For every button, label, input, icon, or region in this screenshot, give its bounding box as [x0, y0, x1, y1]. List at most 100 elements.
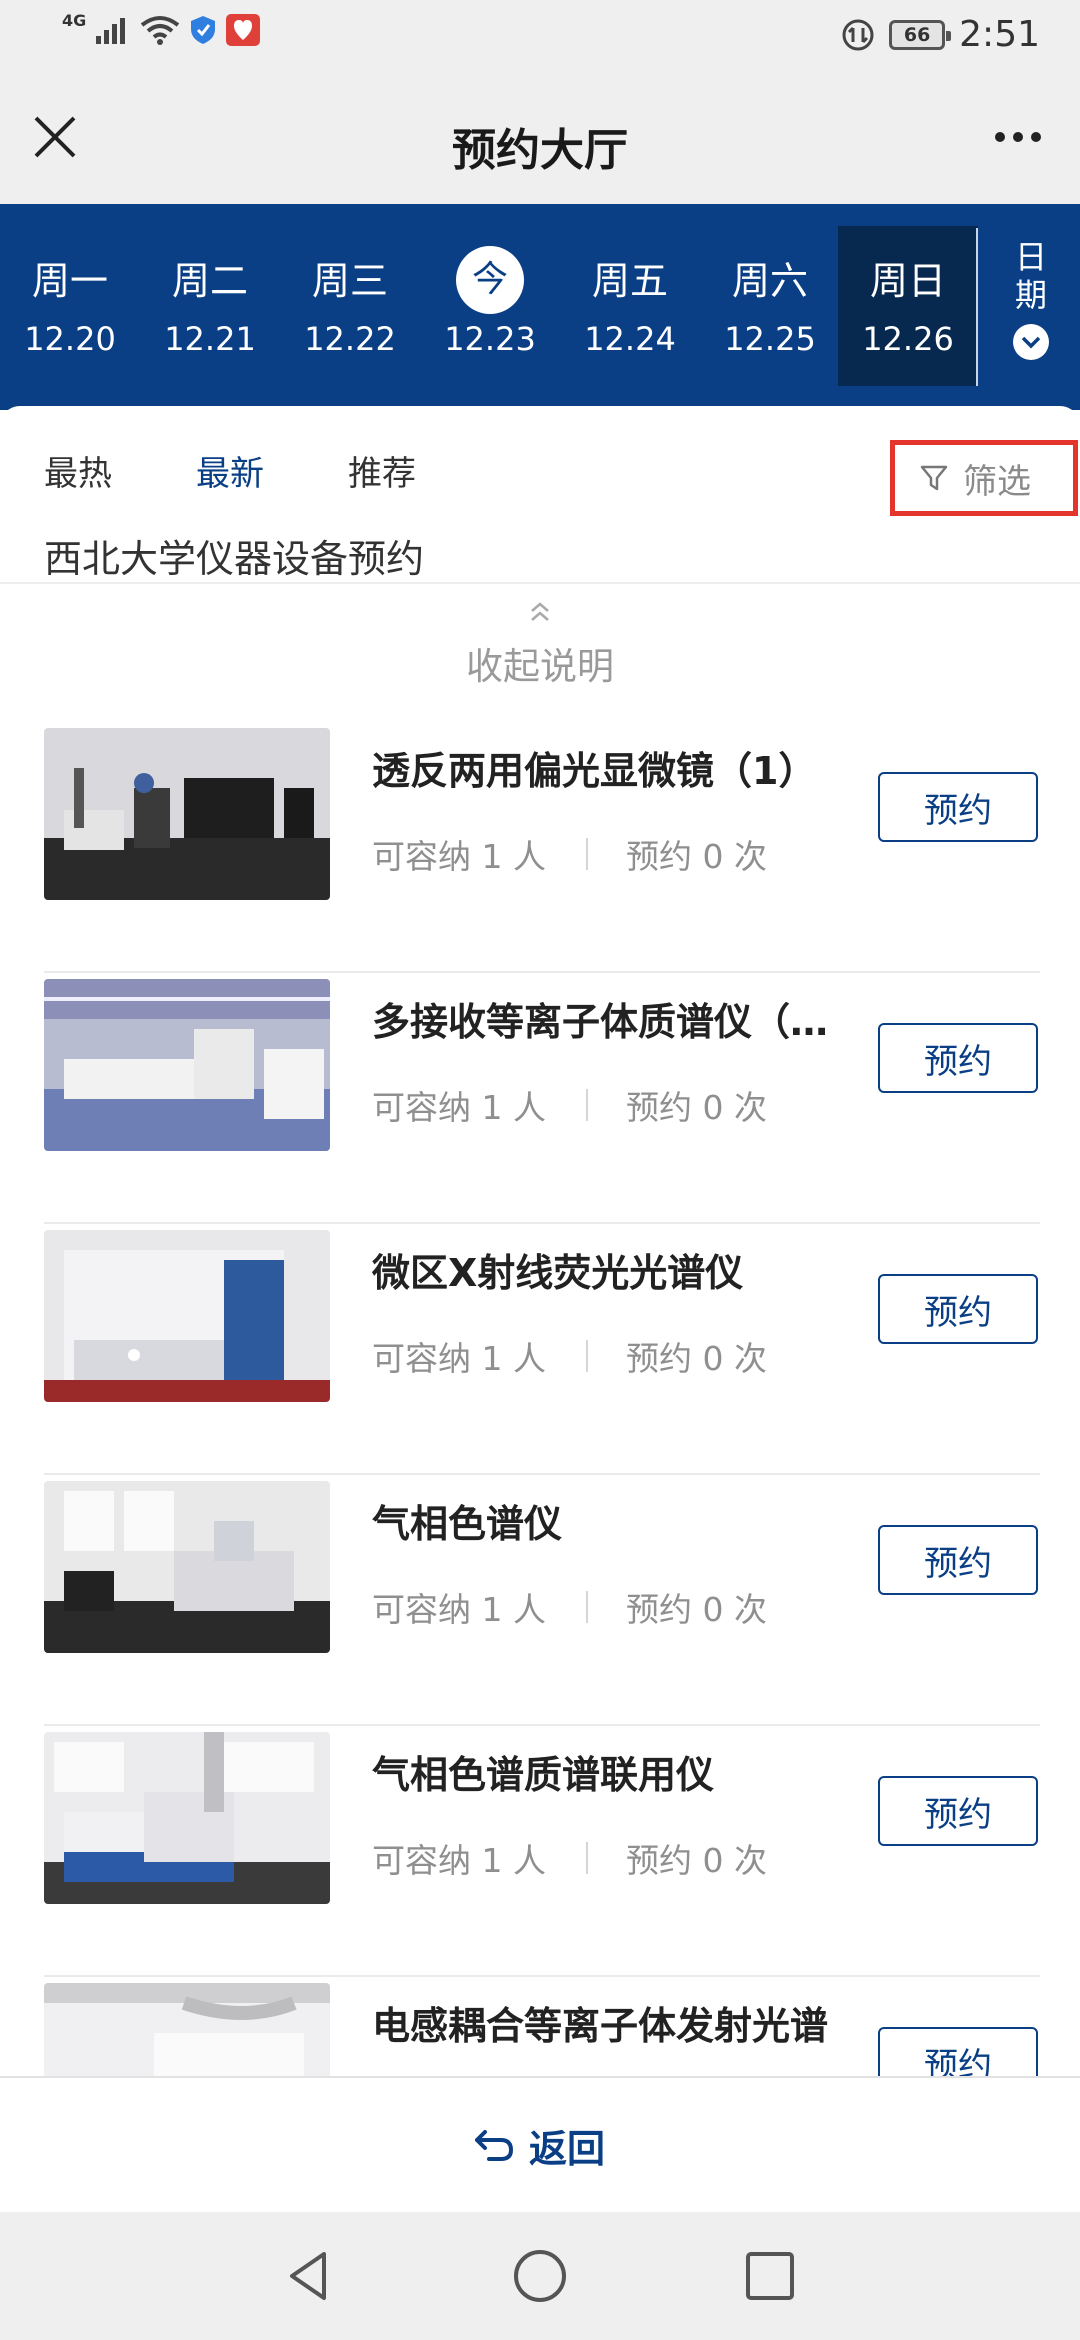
equipment-name: 透反两用偏光显微镜（1）: [372, 749, 817, 793]
network-type: 4G: [62, 10, 87, 30]
tab-newest[interactable]: 最新: [196, 446, 264, 495]
date-picker-label: 日期: [1014, 238, 1047, 314]
day-saturday[interactable]: 周六 12.25: [700, 204, 840, 384]
capacity-text: 可容纳 1 人: [372, 1088, 546, 1127]
today-badge: 今: [456, 246, 524, 314]
equipment-thumbnail: [44, 1732, 330, 1904]
filter-label: 筛选: [963, 461, 1031, 502]
list-item[interactable]: 微区X射线荧光光谱仪 可容纳 1 人 预约 0 次 预约: [0, 1224, 1080, 1475]
collapse-description-button[interactable]: 收起说明: [0, 598, 1080, 690]
list-item[interactable]: 多接收等离子体质谱仪（… 可容纳 1 人 预约 0 次 预约: [0, 973, 1080, 1224]
day-friday[interactable]: 周五 12.24: [560, 204, 700, 384]
day-name: 周日: [869, 259, 946, 303]
equipment-name: 电感耦合等离子体发射光谱: [372, 2004, 829, 2048]
back-triangle-icon: [290, 2252, 326, 2300]
app-notification-icon: [226, 14, 261, 46]
equipment-name: 气相色谱仪: [372, 1502, 563, 1546]
book-button[interactable]: 预约: [878, 1023, 1038, 1093]
date-picker-button[interactable]: 日期: [994, 226, 1068, 386]
wifi-icon: [141, 16, 180, 45]
data-saver-icon: [842, 19, 874, 50]
equipment-thumbnail: [44, 1230, 330, 1402]
equipment-thumbnail: [44, 979, 330, 1151]
day-name: 周六: [731, 259, 808, 303]
list-item[interactable]: 气相色谱仪 可容纳 1 人 预约 0 次 预约: [0, 1475, 1080, 1726]
system-nav-bar: [0, 2212, 1080, 2340]
day-name: 周二: [171, 259, 248, 303]
equipment-name: 微区X射线荧光光谱仪: [372, 1251, 744, 1295]
battery-icon: 66: [889, 19, 952, 50]
capacity-text: 可容纳 1 人: [372, 837, 546, 876]
equipment-meta: 可容纳 1 人 预约 0 次: [372, 1834, 767, 1882]
day-today[interactable]: 今 12.23: [420, 204, 560, 384]
book-button[interactable]: 预约: [878, 1274, 1038, 1344]
capacity-text: 可容纳 1 人: [372, 1590, 546, 1629]
day-name: 周一: [31, 259, 108, 303]
filter-icon: [920, 465, 948, 491]
home-circle-icon: [514, 2250, 566, 2302]
equipment-meta: 可容纳 1 人 预约 0 次: [372, 1583, 767, 1631]
day-date: 12.21: [164, 320, 256, 358]
day-name: 周五: [591, 259, 668, 303]
status-bar: 4G 66 2:51: [0, 0, 1080, 74]
booking-count: 预约 0 次: [625, 1339, 767, 1378]
equipment-thumbnail: [44, 728, 330, 900]
equipment-name: 多接收等离子体质谱仪（…: [372, 1000, 829, 1044]
equipment-name: 气相色谱质谱联用仪: [372, 1753, 715, 1797]
day-monday[interactable]: 周一 12.20: [0, 204, 140, 384]
section-title: 西北大学仪器设备预约: [44, 537, 425, 581]
day-date: 12.22: [304, 320, 396, 358]
content-panel: 最热 最新 推荐 筛选 西北大学仪器设备预约 收起说明 透反两用偏光显微镜（1）…: [0, 406, 1080, 2078]
day-name: 周三: [311, 259, 388, 303]
shield-icon: [191, 16, 216, 44]
book-button[interactable]: 预约: [878, 1776, 1038, 1846]
home-nav-button[interactable]: [510, 2246, 570, 2306]
day-wednesday[interactable]: 周三 12.22: [280, 204, 420, 384]
day-date: 12.24: [584, 320, 676, 358]
book-button[interactable]: 预约: [878, 772, 1038, 842]
day-tuesday[interactable]: 周二 12.21: [140, 204, 280, 384]
page-title: 预约大厅: [452, 125, 628, 176]
equipment-meta: 可容纳 1 人 预约 0 次: [372, 1332, 767, 1380]
return-label: 返回: [528, 2126, 605, 2171]
title-bar: 预约大厅: [0, 74, 1080, 204]
book-button[interactable]: 预约: [878, 1525, 1038, 1595]
capacity-text: 可容纳 1 人: [372, 1841, 546, 1880]
list-item[interactable]: 透反两用偏光显微镜（1） 可容纳 1 人 预约 0 次 预约: [0, 722, 1080, 973]
day-date: 12.20: [24, 320, 116, 358]
back-nav-button[interactable]: [280, 2246, 340, 2306]
day-sunday-selected[interactable]: 周日 12.26: [838, 226, 978, 386]
sort-tabs: 最热 最新 推荐: [44, 446, 416, 495]
recents-square-icon: [746, 2252, 794, 2300]
clock: 2:51: [959, 14, 1040, 55]
filter-button[interactable]: 筛选: [890, 440, 1078, 516]
divider: [0, 582, 1080, 584]
equipment-meta: 可容纳 1 人 预约 0 次: [372, 1081, 767, 1129]
chevron-down-icon: [1013, 324, 1049, 360]
status-left: 4G: [62, 10, 261, 46]
list-item[interactable]: 气相色谱质谱联用仪 可容纳 1 人 预约 0 次 预约: [0, 1726, 1080, 1977]
booking-count: 预约 0 次: [625, 837, 767, 876]
capacity-text: 可容纳 1 人: [372, 1339, 546, 1378]
list-item[interactable]: 电感耦合等离子体发射光谱 预约: [0, 1977, 1080, 2078]
collapse-label: 收起说明: [466, 645, 614, 688]
day-date: 12.23: [444, 320, 536, 358]
tab-hottest[interactable]: 最热: [44, 446, 112, 495]
booking-count: 预约 0 次: [625, 1088, 767, 1127]
return-button[interactable]: 返回: [0, 2076, 1080, 2212]
equipment-meta: 可容纳 1 人 预约 0 次: [372, 830, 767, 878]
day-date: 12.25: [724, 320, 816, 358]
return-arrow-icon: [474, 2130, 513, 2161]
booking-count: 预约 0 次: [625, 1841, 767, 1880]
more-button[interactable]: [978, 104, 1058, 170]
day-date: 12.26: [862, 320, 954, 358]
more-icon: [995, 132, 1005, 142]
signal-icon: [96, 18, 126, 44]
tab-recommended[interactable]: 推荐: [348, 446, 416, 495]
status-right: 66 2:51: [841, 14, 1040, 55]
book-button[interactable]: 预约: [878, 2027, 1038, 2078]
double-chevron-up-icon: [531, 602, 549, 621]
equipment-list: 透反两用偏光显微镜（1） 可容纳 1 人 预约 0 次 预约 多接收等离子体质谱…: [0, 722, 1080, 2078]
recents-nav-button[interactable]: [740, 2246, 800, 2306]
week-selector: 周一 12.20 周二 12.21 周三 12.22 今 12.23 周五 12…: [0, 204, 1080, 410]
